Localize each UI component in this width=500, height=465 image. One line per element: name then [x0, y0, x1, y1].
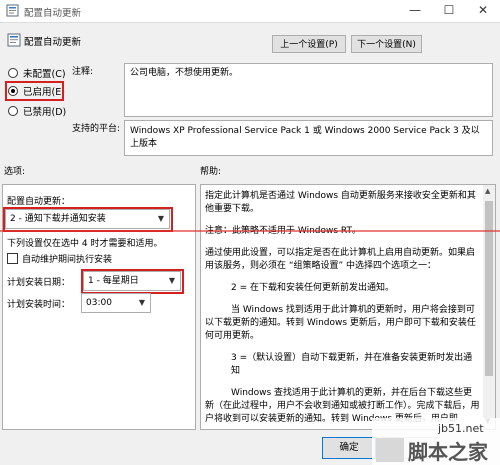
- supported-on-field: Windows XP Professional Service Pack 1 或…: [124, 120, 493, 156]
- highlight-enabled: [5, 81, 64, 101]
- policy-settings-icon: [7, 33, 21, 47]
- radio-button[interactable]: [8, 106, 18, 116]
- next-setting-button[interactable]: 下一个设置(N): [351, 35, 422, 53]
- help-paragraph: 3 =（默认设置）自动下载更新，并在准备安装更新时发出通知: [231, 353, 473, 376]
- schedule-time-label: 计划安装时间：: [7, 300, 71, 310]
- configure-label: 配置自动更新：: [7, 197, 71, 207]
- maintenance-checkbox-label: 自动维护期间执行安装: [22, 255, 113, 265]
- scrollbar-thumb[interactable]: [485, 201, 493, 376]
- maintenance-checkbox-row[interactable]: 自动维护期间执行安装: [7, 252, 112, 265]
- dropdown-caret-icon: ▼: [138, 298, 145, 307]
- help-paragraph: 通过使用此设置，可以指定是否在此计算机上启用自动更新。如果启用该服务，则必须在 …: [205, 248, 476, 271]
- help-text: 指定此计算机是否通过 Windows 自动更新服务来接收安全更新和其他重要下载。…: [205, 190, 480, 429]
- options-label: 选项:: [4, 167, 26, 177]
- highlight-configure: [3, 207, 173, 232]
- radio-label: 未配置(C): [23, 69, 66, 80]
- help-pane: 指定此计算机是否通过 Windows 自动更新服务来接收安全更新和其他重要下载。…: [200, 184, 496, 430]
- maintenance-checkbox[interactable]: [7, 253, 18, 264]
- radio-disabled[interactable]: 已禁用(D): [8, 104, 66, 118]
- comment-label: 注释:: [72, 67, 94, 77]
- watermark: jb51.net 脚本之家: [372, 418, 500, 465]
- watermark-site-name: 脚本之家: [408, 440, 488, 464]
- minimize-icon[interactable]: —: [398, 0, 432, 22]
- watermark-logo-icon: [376, 438, 404, 462]
- help-label: 帮助:: [200, 167, 222, 177]
- watermark-domain: jb51.net: [438, 422, 484, 435]
- policy-settings-icon: [6, 4, 19, 17]
- radio-button[interactable]: [8, 68, 18, 78]
- help-paragraph: 指定此计算机是否通过 Windows 自动更新服务来接收安全更新和其他重要下载。: [205, 191, 476, 214]
- policy-title: 配置自动更新: [24, 37, 82, 48]
- help-paragraph: 注意：此策略不适用于 Windows RT。: [205, 226, 361, 236]
- options-pane: 配置自动更新： 2 - 通知下载并通知安装 ▼ 下列设置仅在选中 4 时才需要和…: [2, 184, 196, 430]
- scroll-up-icon[interactable]: ▲: [485, 187, 490, 195]
- radio-not-configured[interactable]: 未配置(C): [8, 66, 66, 80]
- ok-button[interactable]: 确定: [322, 437, 376, 459]
- schedule-day-label: 计划安装日期：: [7, 278, 71, 288]
- title-bar: 配置自动更新 — ☐ ✕: [0, 0, 500, 23]
- prev-setting-button[interactable]: 上一个设置(P): [272, 35, 346, 53]
- schedule-time-value: 03:00: [86, 298, 112, 308]
- help-paragraph: 当 Windows 找到适用于此计算机的更新时，用户将会接到可以下载更新的通知。…: [205, 305, 476, 341]
- maximize-icon[interactable]: ☐: [432, 0, 466, 22]
- comment-textarea[interactable]: 公司电脑，不想使用更新。: [124, 63, 493, 117]
- radio-label: 已禁用(D): [23, 107, 67, 118]
- highlight-schedule-day: [81, 269, 184, 294]
- help-paragraph: 2 = 在下载和安装任何更新前发出通知。: [231, 283, 394, 293]
- close-icon[interactable]: ✕: [466, 0, 500, 22]
- help-scrollbar[interactable]: ▲ ▼: [483, 185, 495, 429]
- supported-on-label: 支持的平台:: [72, 124, 121, 134]
- schedule-time-dropdown[interactable]: 03:00 ▼: [81, 293, 151, 313]
- window-title: 配置自动更新: [24, 8, 82, 19]
- options-note: 下列设置仅在选中 4 时才需要和适用。: [7, 239, 163, 249]
